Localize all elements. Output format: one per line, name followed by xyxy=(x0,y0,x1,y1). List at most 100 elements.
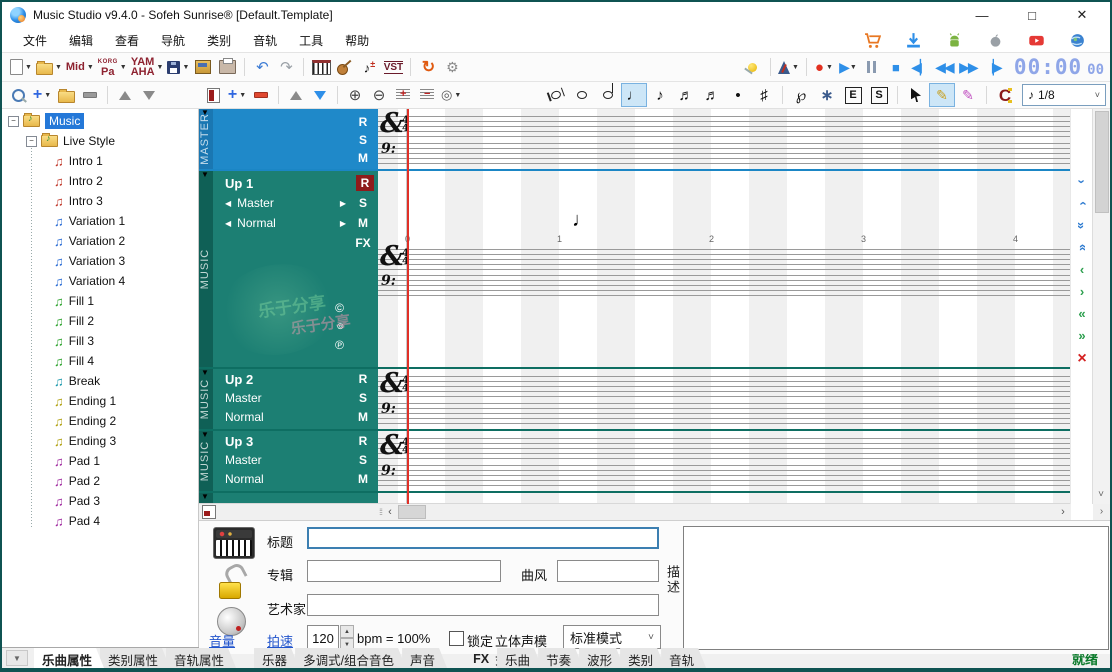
symbol-button[interactable]: S xyxy=(866,83,892,107)
tree-item[interactable]: ♫ Intro 1 xyxy=(2,151,198,171)
arrow-left-icon[interactable]: ◀ xyxy=(225,199,231,208)
track-mode[interactable]: Normal xyxy=(225,410,264,424)
menu-item[interactable]: 工具 xyxy=(288,30,334,51)
arrow-right-icon[interactable]: ▶ xyxy=(340,199,346,208)
ornament-button[interactable]: ∗ xyxy=(814,83,840,107)
solo-toggle[interactable]: S xyxy=(354,195,372,211)
note-thirtysecond-button[interactable]: ♬ xyxy=(699,83,725,107)
playhead-line[interactable] xyxy=(407,109,409,504)
record-toggle[interactable]: R xyxy=(354,371,372,387)
delete-icon[interactable]: × xyxy=(1077,351,1086,367)
note-breve-button[interactable] xyxy=(543,83,569,107)
collapse-staff-button[interactable] xyxy=(415,84,439,106)
move-down-button[interactable] xyxy=(137,84,161,106)
tree-root-label[interactable]: Music xyxy=(45,113,84,129)
scroll-down-button[interactable]: ˅ xyxy=(1093,489,1109,504)
zoom-out-button[interactable]: ⊖ xyxy=(367,84,391,106)
print-button[interactable] xyxy=(215,56,239,78)
tree-item[interactable]: ♫ Variation 4 xyxy=(2,271,198,291)
mute-toggle[interactable]: M xyxy=(354,150,372,166)
tree-item-label[interactable]: Intro 3 xyxy=(69,194,103,208)
track-title[interactable]: Up 1 xyxy=(225,176,253,191)
vst-button[interactable]: VST xyxy=(381,56,405,78)
track-output[interactable]: Master xyxy=(225,391,262,405)
stereo-mode-select[interactable]: 标准模式 ˅ xyxy=(563,625,661,649)
tree-item-label[interactable]: Intro 1 xyxy=(69,154,103,168)
tree-item[interactable]: ♫ Pad 3 xyxy=(2,491,198,511)
expression-button[interactable]: E xyxy=(840,83,866,107)
collapse-box-icon[interactable]: − xyxy=(8,116,19,127)
move-up-icon[interactable]: › xyxy=(1076,179,1089,183)
track-output-row[interactable]: ◀Master▶ xyxy=(225,193,348,213)
bottom-tab[interactable]: 类别属性 xyxy=(100,648,170,668)
eraser-tool-button[interactable]: ✎ xyxy=(955,83,981,107)
tree-item-label[interactable]: Pad 3 xyxy=(69,494,100,508)
genre-input[interactable] xyxy=(557,560,659,582)
collapse-box-icon[interactable]: − xyxy=(26,136,37,147)
new-file-button[interactable]: ▼ xyxy=(8,56,34,78)
refresh-button[interactable]: ↻ xyxy=(416,56,440,78)
track-down-button[interactable] xyxy=(308,84,332,106)
mute-toggle[interactable]: M xyxy=(354,471,372,487)
globe-icon[interactable] xyxy=(1069,32,1086,49)
menu-item[interactable]: 帮助 xyxy=(334,30,380,51)
tree-group-row[interactable]: − Live Style xyxy=(2,131,198,151)
download-icon[interactable] xyxy=(905,32,922,49)
up1-track-header[interactable]: ▼ MUSIC Up 1 ◀Master▶ ◀Normal▶ © ⊚ xyxy=(199,171,378,367)
tree-item-label[interactable]: Ending 2 xyxy=(69,414,116,428)
tree-item-label[interactable]: Intro 2 xyxy=(69,174,103,188)
unlocked-padlock-icon[interactable] xyxy=(219,565,245,599)
pedal-button[interactable]: ℘ xyxy=(788,83,814,107)
tree-item[interactable]: ♫ Break xyxy=(2,371,198,391)
tree-item[interactable]: ♫ Ending 2 xyxy=(2,411,198,431)
pencil-tool-button[interactable]: ✎ xyxy=(929,83,955,107)
solo-toggle[interactable]: S xyxy=(354,452,372,468)
tree-root-row[interactable]: − Music xyxy=(2,111,198,131)
save-button[interactable]: ▼ xyxy=(165,56,191,78)
dot-button[interactable]: • xyxy=(725,83,751,107)
note-eighth-button[interactable]: ♪ xyxy=(647,83,673,107)
find-button[interactable] xyxy=(6,84,30,106)
snap-value-dropdown[interactable]: ♪ 1/8 ˅ xyxy=(1022,84,1106,106)
shift-far-left-icon[interactable]: « xyxy=(1078,307,1085,320)
tree-item-label[interactable]: Pad 1 xyxy=(69,454,100,468)
keyboard-button[interactable] xyxy=(309,56,333,78)
step-forward-button[interactable]: ▕▶ xyxy=(980,56,1004,78)
master-notation[interactable]: & 44 9: xyxy=(378,109,1071,169)
record-button[interactable]: ●▼ xyxy=(812,56,836,78)
track-mode[interactable]: Normal xyxy=(225,472,264,486)
move-top-icon[interactable]: » xyxy=(1075,222,1088,229)
tree-item[interactable]: ♫ Intro 3 xyxy=(2,191,198,211)
midi-button[interactable]: Mid▼ xyxy=(64,56,96,78)
tempo-value[interactable]: 120 xyxy=(307,625,339,651)
scroll-right-button[interactable]: › xyxy=(1055,506,1071,518)
up1-notation[interactable]: 01234 ♩ & 44 9: xyxy=(378,171,1071,367)
yamaha-button[interactable]: YAMAHA▼ xyxy=(129,56,166,78)
solo-toggle[interactable]: S xyxy=(354,390,372,406)
tree-item-label[interactable]: Pad 2 xyxy=(69,474,100,488)
menu-item[interactable]: 导航 xyxy=(150,30,196,51)
tree-item[interactable]: ♫ Fill 1 xyxy=(2,291,198,311)
tree-item-label[interactable]: Fill 1 xyxy=(69,294,94,308)
tree-item-label[interactable]: Ending 3 xyxy=(69,434,116,448)
open-file-button[interactable]: ▼ xyxy=(34,56,64,78)
track-mode[interactable]: Normal xyxy=(237,216,276,230)
tree-item[interactable]: ♫ Fill 4 xyxy=(2,351,198,371)
rewind-button[interactable]: ◀◀ xyxy=(932,56,956,78)
apple-icon[interactable] xyxy=(987,32,1004,49)
step-back-button[interactable]: ◀▏ xyxy=(908,56,932,78)
tree-item-label[interactable]: Variation 1 xyxy=(69,214,125,228)
record-toggle[interactable]: R xyxy=(354,114,372,130)
solo-toggle[interactable]: S xyxy=(354,132,372,148)
music-side-strip[interactable]: ▼ xyxy=(199,493,213,503)
tree-item-label[interactable]: Variation 2 xyxy=(69,234,125,248)
pause-button[interactable] xyxy=(860,56,884,78)
note-half-button[interactable] xyxy=(595,83,621,107)
tree-item-label[interactable]: Fill 2 xyxy=(69,314,94,328)
tree-item[interactable]: ♫ Pad 2 xyxy=(2,471,198,491)
master-side-strip[interactable]: ▼ MASTER xyxy=(199,109,213,169)
tree-item[interactable]: ♫ Intro 2 xyxy=(2,171,198,191)
title-input[interactable] xyxy=(307,527,659,549)
tab-list-dropdown[interactable]: ▼ xyxy=(6,650,28,666)
cart-icon[interactable] xyxy=(864,32,881,49)
